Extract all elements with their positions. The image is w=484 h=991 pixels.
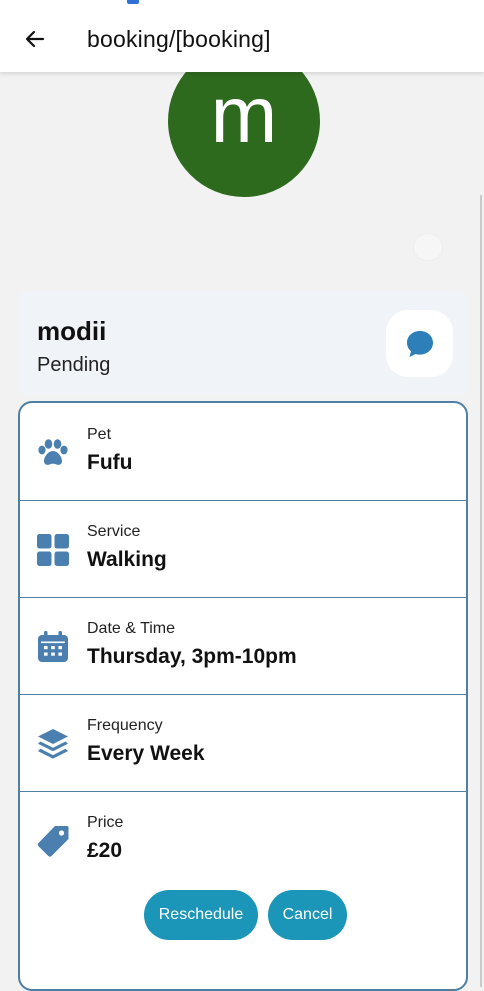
frequency-value: Every Week <box>87 742 205 765</box>
price-label: Price <box>87 814 124 831</box>
detail-row-service: Service Walking <box>20 500 466 598</box>
price-value: £20 <box>87 839 123 862</box>
booking-status: Pending <box>37 354 111 376</box>
grid-icon <box>36 533 70 567</box>
scrollbar[interactable] <box>480 195 482 987</box>
toggle-switch[interactable] <box>414 234 442 260</box>
reschedule-button[interactable]: Reschedule <box>144 890 258 940</box>
sitter-name: modii <box>37 316 107 346</box>
paw-icon <box>36 436 70 470</box>
date-time-value: Thursday, 3pm-10pm <box>87 645 297 668</box>
page-title: booking/[booking] <box>87 26 271 52</box>
detail-row-frequency: Frequency Every Week <box>20 694 466 792</box>
back-button[interactable] <box>18 22 52 56</box>
status-indicator <box>127 0 139 4</box>
sitter-card: modii Pending <box>17 291 468 395</box>
service-value: Walking <box>87 548 167 571</box>
arrow-left-icon <box>25 30 45 48</box>
detail-row-date-time: Date & Time Thursday, 3pm-10pm <box>20 597 466 695</box>
pet-label: Pet <box>87 426 112 443</box>
avatar-letter: m <box>210 70 278 159</box>
date-time-label: Date & Time <box>87 620 176 637</box>
price-tag-icon <box>36 824 70 858</box>
detail-row-price: Price £20 <box>20 791 466 888</box>
booking-details-card: Pet Fufu Service Walking Date & Time Thu… <box>18 401 468 991</box>
calendar-icon <box>36 630 70 664</box>
service-label: Service <box>87 523 141 540</box>
pet-value: Fufu <box>87 451 133 474</box>
frequency-label: Frequency <box>87 717 163 734</box>
chat-bubble-icon <box>406 330 433 357</box>
detail-row-pet: Pet Fufu <box>20 403 466 501</box>
chat-button[interactable] <box>386 310 453 377</box>
layers-icon <box>36 727 70 761</box>
app-bar: booking/[booking] <box>0 0 484 72</box>
cancel-button[interactable]: Cancel <box>268 890 347 940</box>
